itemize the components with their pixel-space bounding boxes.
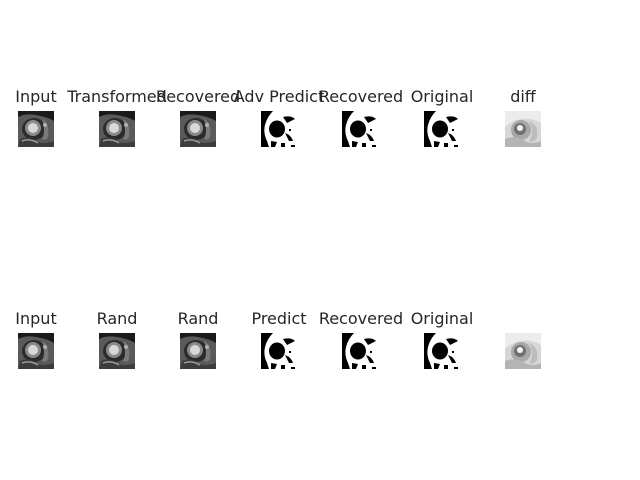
title-recovered-mask-row1: Recovered: [318, 87, 404, 106]
diff-image-row2: [505, 333, 541, 369]
mri-image-rand-2: [180, 333, 216, 369]
title-recovered-row1: Recovered: [155, 87, 241, 106]
title-rand-1: Rand: [96, 309, 138, 328]
mri-image-rand-1: [99, 333, 135, 369]
mask-image-recovered-row2: [342, 333, 378, 369]
title-diff: diff: [510, 87, 536, 106]
title-input-row2: Input: [15, 309, 57, 328]
title-input-row1: Input: [15, 87, 57, 106]
title-original-row2: Original: [410, 309, 474, 328]
mri-image-input-row2: [18, 333, 54, 369]
mask-image-original-row2: [424, 333, 460, 369]
mask-image-adv-predict: [261, 111, 297, 147]
mri-image-recovered-row1: [180, 111, 216, 147]
title-predict: Predict: [251, 309, 307, 328]
mri-image-transformed: [99, 111, 135, 147]
title-original-row1: Original: [410, 87, 474, 106]
mask-image-original-row1: [424, 111, 460, 147]
title-adv-predict: Adv Predict: [233, 87, 325, 106]
mask-image-predict: [261, 333, 297, 369]
diff-image-row1: [505, 111, 541, 147]
mask-image-recovered-row1: [342, 111, 378, 147]
mri-image-input-row1: [18, 111, 54, 147]
title-recovered-mask-row2: Recovered: [318, 309, 404, 328]
title-rand-2: Rand: [177, 309, 219, 328]
title-transformed: Transformed: [67, 87, 167, 106]
